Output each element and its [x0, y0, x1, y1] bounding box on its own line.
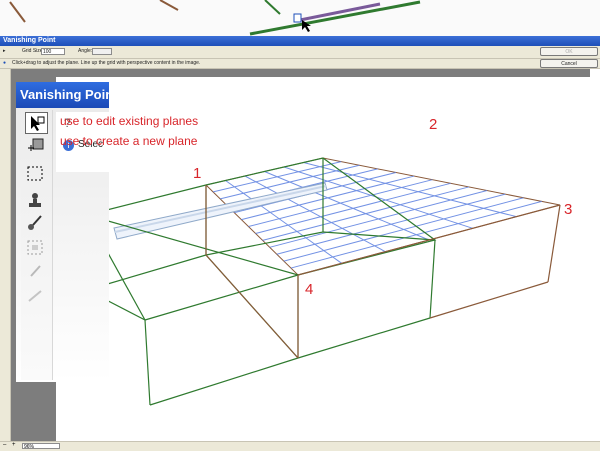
edit-plane-tool-button[interactable]	[25, 112, 48, 134]
info-icon: ●	[3, 60, 7, 66]
corner-label-1: 1	[193, 165, 202, 182]
hint-bar: ● Click+drag to adjust the plane. Line u…	[0, 59, 600, 69]
zoom-in-icon[interactable]: +	[12, 442, 16, 448]
eyedropper-tool-button[interactable]	[25, 262, 48, 284]
cancel-button[interactable]: Cancel	[540, 59, 598, 68]
corner-label-2: 2	[429, 116, 438, 133]
angle-input[interactable]	[92, 48, 112, 55]
options-bar: ▸ Grid Size: 100 Angle: OK	[0, 46, 600, 59]
angle-label: Angle:	[78, 48, 93, 54]
zoom-level-select[interactable]: 96%	[22, 443, 60, 450]
toolbox	[21, 110, 53, 380]
brush-tool-button[interactable]	[25, 213, 48, 235]
background-image-strip	[0, 0, 600, 36]
zoom-out-icon[interactable]: –	[3, 442, 6, 448]
image-canvas[interactable]	[56, 77, 590, 441]
stamp-tool-button[interactable]	[25, 190, 48, 212]
expand-icon[interactable]: ▸	[3, 48, 6, 54]
marquee-tool-button[interactable]	[25, 164, 48, 186]
annotation-edit-planes: use to edit existing planes	[60, 114, 199, 128]
create-plane-tool-button[interactable]	[25, 136, 48, 158]
inset-titlebar: Vanishing Point	[16, 82, 109, 108]
measure-tool-button[interactable]	[25, 286, 48, 308]
ok-button[interactable]: OK	[540, 47, 598, 56]
grid-size-input[interactable]: 100	[41, 48, 65, 55]
background-lines	[9, 0, 421, 36]
dialog-titlebar[interactable]: Vanishing Point	[0, 36, 600, 46]
annotation-create-plane: use to create a new plane	[60, 134, 198, 148]
inset-title: Vanishing Point	[20, 87, 109, 102]
left-tool-strip	[0, 69, 11, 441]
corner-label-3: 3	[564, 201, 573, 218]
transform-tool-button[interactable]	[25, 238, 48, 260]
corner-label-4: 4	[305, 281, 314, 298]
hint-text: Click+drag to adjust the plane. Line up …	[12, 60, 201, 66]
dialog-title: Vanishing Point	[3, 37, 56, 44]
